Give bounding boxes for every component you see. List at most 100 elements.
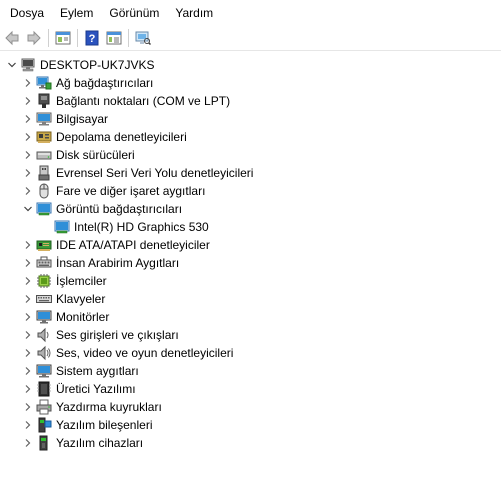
- tree-category-label: Klavyeler: [56, 292, 106, 306]
- chevron-right-icon[interactable]: [20, 165, 36, 181]
- chevron-right-icon[interactable]: [20, 111, 36, 127]
- software-component-icon: [36, 417, 52, 433]
- tree-category-item[interactable]: Klavyeler: [0, 290, 501, 308]
- tree-category-item[interactable]: Yazılım cihazları: [0, 434, 501, 452]
- tree-category-label: Evrensel Seri Veri Yolu denetleyicileri: [56, 166, 254, 180]
- monitor-icon: [36, 309, 52, 325]
- tree-root-label: DESKTOP-UK7JVKS: [40, 58, 155, 72]
- chevron-right-icon[interactable]: [20, 363, 36, 379]
- chevron-right-icon[interactable]: [20, 345, 36, 361]
- show-hide-console-tree-icon[interactable]: [53, 28, 73, 48]
- usb-controller-icon: [36, 165, 52, 181]
- network-adapter-icon: [36, 75, 52, 91]
- menu-action[interactable]: Eylem: [52, 0, 101, 26]
- disk-drive-icon: [36, 147, 52, 163]
- display-adapter-icon: [36, 201, 52, 217]
- chevron-down-icon[interactable]: [4, 57, 20, 73]
- tree-root[interactable]: DESKTOP-UK7JVKS: [0, 56, 501, 74]
- tree-category-item[interactable]: Bilgisayar: [0, 110, 501, 128]
- chevron-right-icon[interactable]: [20, 381, 36, 397]
- tree-category-item[interactable]: Depolama denetleyicileri: [0, 128, 501, 146]
- chevron-right-icon[interactable]: [20, 237, 36, 253]
- device-tree: DESKTOP-UK7JVKS Ağ bağdaştırıcıları Bağla…: [0, 51, 501, 452]
- tree-category-item[interactable]: Yazdırma kuyrukları: [0, 398, 501, 416]
- tree-category-label: Depolama denetleyicileri: [56, 130, 187, 144]
- tree-category-label: İnsan Arabirim Aygıtları: [56, 256, 180, 270]
- properties-icon[interactable]: [104, 28, 124, 48]
- tree-category-label: IDE ATA/ATAPI denetleyiciler: [56, 238, 210, 252]
- tree-category-item[interactable]: Yazılım bileşenleri: [0, 416, 501, 434]
- tree-category-label: Bilgisayar: [56, 112, 109, 126]
- tree-category-item[interactable]: Sistem aygıtları: [0, 362, 501, 380]
- tree-category-label: Yazdırma kuyrukları: [56, 400, 162, 414]
- tree-category-label: Üretici Yazılımı: [56, 382, 136, 396]
- chevron-right-icon[interactable]: [20, 435, 36, 451]
- mouse-icon: [36, 183, 52, 199]
- tree-device-label: Intel(R) HD Graphics 530: [74, 220, 209, 234]
- tree-category-label: İşlemciler: [56, 274, 107, 288]
- toolbar-separator: [48, 29, 49, 47]
- forward-arrow-icon[interactable]: [24, 28, 44, 48]
- chevron-right-icon[interactable]: [20, 75, 36, 91]
- system-device-icon: [36, 363, 52, 379]
- chevron-right-icon[interactable]: [20, 255, 36, 271]
- tree-device-item[interactable]: Intel(R) HD Graphics 530: [0, 218, 501, 236]
- scan-hardware-icon[interactable]: [133, 28, 153, 48]
- menu-view[interactable]: Görünüm: [101, 0, 167, 26]
- toolbar-separator: [77, 29, 78, 47]
- tree-category-label: Görüntü bağdaştırıcıları: [56, 202, 183, 216]
- tree-category-item[interactable]: Üretici Yazılımı: [0, 380, 501, 398]
- chevron-down-icon[interactable]: [20, 201, 36, 217]
- tree-category-item[interactable]: Evrensel Seri Veri Yolu denetleyicileri: [0, 164, 501, 182]
- tree-category-item[interactable]: Bağlantı noktaları (COM ve LPT): [0, 92, 501, 110]
- desktop-computer-icon: [20, 57, 36, 73]
- chevron-right-icon[interactable]: [20, 417, 36, 433]
- speaker-icon: [36, 327, 52, 343]
- storage-controller-icon: [36, 129, 52, 145]
- svg-text:?: ?: [89, 33, 96, 45]
- menu-file[interactable]: Dosya: [2, 0, 52, 26]
- toolbar: ?: [0, 26, 501, 51]
- chevron-right-icon[interactable]: [20, 399, 36, 415]
- chevron-right-icon[interactable]: [20, 147, 36, 163]
- firmware-icon: [36, 381, 52, 397]
- chevron-right-icon[interactable]: [20, 129, 36, 145]
- computer-icon: [36, 111, 52, 127]
- chevron-right-icon[interactable]: [20, 291, 36, 307]
- tree-category-label: Ağ bağdaştırıcıları: [56, 76, 154, 90]
- tree-category-label: Disk sürücüleri: [56, 148, 135, 162]
- tree-category-label: Yazılım bileşenleri: [56, 418, 153, 432]
- tree-category-label: Fare ve diğer işaret aygıtları: [56, 184, 206, 198]
- help-icon[interactable]: ?: [82, 28, 102, 48]
- ide-controller-icon: [36, 237, 52, 253]
- port-icon: [36, 93, 52, 109]
- hid-icon: [36, 255, 52, 271]
- processor-icon: [36, 273, 52, 289]
- chevron-right-icon[interactable]: [20, 183, 36, 199]
- display-adapter-device-icon: [54, 219, 70, 235]
- tree-category-item[interactable]: Monitörler: [0, 308, 501, 326]
- tree-category-item[interactable]: İşlemciler: [0, 272, 501, 290]
- back-arrow-icon[interactable]: [2, 28, 22, 48]
- menu-bar: Dosya Eylem Görünüm Yardım: [0, 0, 501, 26]
- chevron-right-icon[interactable]: [20, 93, 36, 109]
- software-device-icon: [36, 435, 52, 451]
- tree-category-item[interactable]: İnsan Arabirim Aygıtları: [0, 254, 501, 272]
- tree-category-item[interactable]: Ses, video ve oyun denetleyicileri: [0, 344, 501, 362]
- tree-category-label: Bağlantı noktaları (COM ve LPT): [56, 94, 231, 108]
- tree-category-item[interactable]: Fare ve diğer işaret aygıtları: [0, 182, 501, 200]
- sound-video-icon: [36, 345, 52, 361]
- chevron-right-icon[interactable]: [20, 309, 36, 325]
- tree-category-label: Sistem aygıtları: [56, 364, 139, 378]
- chevron-right-icon[interactable]: [20, 327, 36, 343]
- tree-category-item[interactable]: Ağ bağdaştırıcıları: [0, 74, 501, 92]
- tree-category-item[interactable]: Ses girişleri ve çıkışları: [0, 326, 501, 344]
- tree-category-label: Monitörler: [56, 310, 110, 324]
- toolbar-separator: [128, 29, 129, 47]
- tree-category-item[interactable]: Görüntü bağdaştırıcıları: [0, 200, 501, 218]
- tree-category-item[interactable]: IDE ATA/ATAPI denetleyiciler: [0, 236, 501, 254]
- chevron-right-icon[interactable]: [20, 273, 36, 289]
- tree-category-item[interactable]: Disk sürücüleri: [0, 146, 501, 164]
- tree-category-label: Ses girişleri ve çıkışları: [56, 328, 179, 342]
- menu-help[interactable]: Yardım: [167, 0, 221, 26]
